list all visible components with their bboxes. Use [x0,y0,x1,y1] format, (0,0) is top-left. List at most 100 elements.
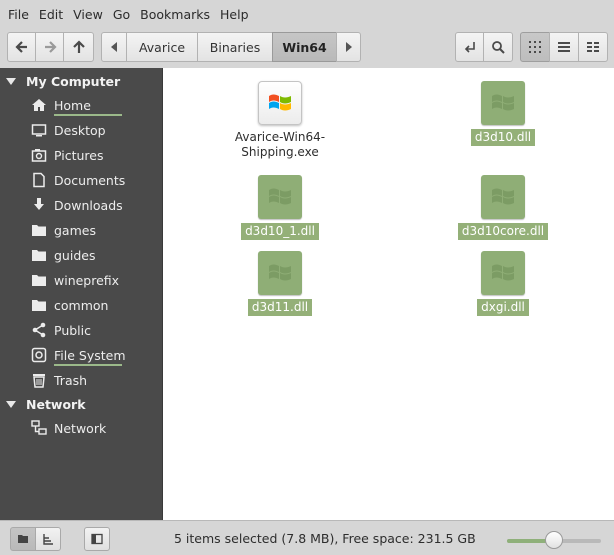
file-view[interactable]: Avarice-Win64-Shipping.exe d3d10.dll d3d… [162,68,614,520]
up-button[interactable] [63,32,94,62]
sidebar-item-games[interactable]: games [0,219,162,241]
list-view-icon [558,42,570,52]
share-icon [31,322,47,338]
file-name: d3d10_1.dll [241,223,319,240]
sidebar-item-label: Desktop [54,122,106,138]
back-button[interactable] [7,32,36,62]
back-icon [14,41,27,53]
search-button[interactable] [483,32,513,62]
breadcrumb-win64[interactable]: Win64 [272,32,337,62]
file-name: d3d11.dll [247,299,313,316]
sidebar: My Computer Home Desktop Pictures Docume… [0,68,162,520]
sidebar-item-label: Downloads [54,197,123,213]
disk-usage-bar [54,363,122,366]
file-name: d3d10core.dll [457,223,549,240]
icon-view-icon [529,41,541,53]
toggle-sidebar-button[interactable] [84,527,110,551]
dll-file-icon [481,175,525,219]
list-view-button[interactable] [549,32,579,62]
icon-view-button[interactable] [520,32,550,62]
sidebar-item-label: Network [54,420,107,436]
menu-file[interactable]: File [3,7,34,22]
sidebar-item-downloads[interactable]: Downloads [0,194,162,216]
sidebar-item-label: Home [54,97,91,113]
file-item[interactable]: dxgi.dll [438,250,568,316]
sidebar-item-common[interactable]: common [0,294,162,316]
folder-icon [31,272,47,288]
sidebar-item-label: File System [54,347,126,363]
download-icon [31,197,47,213]
show-places-button[interactable] [10,527,36,551]
zoom-slider-handle[interactable] [545,531,563,549]
menubar: File Edit View Go Bookmarks Help [0,0,614,28]
sidebar-item-documents[interactable]: Documents [0,169,162,191]
breadcrumb-avarice[interactable]: Avarice [126,32,198,62]
windows-executable-icon [258,81,302,125]
folder-icon [31,247,47,263]
sidebar-item-home[interactable]: Home [0,94,162,116]
file-item[interactable]: d3d10_1.dll [215,174,345,240]
desktop-icon [31,122,47,138]
sidebar-item-label: games [54,222,96,238]
sidebar-item-label: guides [54,247,96,263]
drive-icon [31,347,47,363]
up-icon [72,40,85,53]
sidebar-item-wineprefix[interactable]: wineprefix [0,269,162,291]
home-icon [31,97,47,113]
document-icon [31,172,47,188]
compact-view-icon [587,42,599,52]
sidebar-item-file-system[interactable]: File System [0,344,162,366]
network-icon [31,420,47,436]
toolbar: Avarice Binaries Win64 [0,28,614,68]
sidebar-item-trash[interactable]: Trash [0,369,162,391]
file-name: Avarice-Win64-Shipping.exe [234,130,326,159]
file-name: d3d10.dll [470,129,536,146]
camera-icon [31,147,47,163]
expander-icon [6,77,16,85]
places-icon [18,535,28,543]
sidebar-item-guides[interactable]: guides [0,244,162,266]
statusbar: 5 items selected (7.8 MB), Free space: 2… [0,520,614,555]
file-name: dxgi.dll [477,299,529,316]
compact-view-button[interactable] [578,32,608,62]
menu-edit[interactable]: Edit [34,7,68,22]
toggle-location-button[interactable] [455,32,484,62]
breadcrumb-scroll-right[interactable] [336,32,361,62]
sidebar-item-label: Trash [54,372,88,388]
tree-icon [43,534,53,545]
toggle-location-icon [464,42,475,53]
sidebar-item-desktop[interactable]: Desktop [0,119,162,141]
show-treeview-button[interactable] [35,527,61,551]
chevron-left-icon [111,42,117,52]
dll-file-icon [258,175,302,219]
sidebar-item-label: common [54,297,109,313]
trash-icon [31,372,47,388]
menu-bookmarks[interactable]: Bookmarks [135,7,215,22]
file-item[interactable]: d3d10core.dll [438,174,568,240]
sidebar-item-label: Documents [54,172,126,188]
file-item[interactable]: d3d11.dll [215,250,345,316]
status-text: 5 items selected (7.8 MB), Free space: 2… [174,531,476,546]
forward-button[interactable] [35,32,64,62]
sidebar-item-label: Public [54,322,91,338]
file-item[interactable]: Avarice-Win64-Shipping.exe [215,80,345,161]
sidebar-item-network[interactable]: Network [0,417,162,439]
dll-file-icon [481,251,525,295]
menu-help[interactable]: Help [215,7,254,22]
section-my-computer[interactable]: My Computer [0,71,162,91]
section-network[interactable]: Network [0,394,162,414]
breadcrumb-scroll-left[interactable] [101,32,127,62]
sidebar-item-pictures[interactable]: Pictures [0,144,162,166]
dll-file-icon [258,251,302,295]
search-icon [492,41,505,54]
menu-go[interactable]: Go [108,7,135,22]
sidebar-item-label: Pictures [54,147,104,163]
folder-icon [31,297,47,313]
sidebar-item-public[interactable]: Public [0,319,162,341]
breadcrumb-binaries[interactable]: Binaries [197,32,273,62]
menu-view[interactable]: View [68,7,108,22]
dll-file-icon [481,81,525,125]
sidebar-toggle-icon [91,533,103,545]
forward-icon [44,41,57,53]
file-item[interactable]: d3d10.dll [438,80,568,146]
